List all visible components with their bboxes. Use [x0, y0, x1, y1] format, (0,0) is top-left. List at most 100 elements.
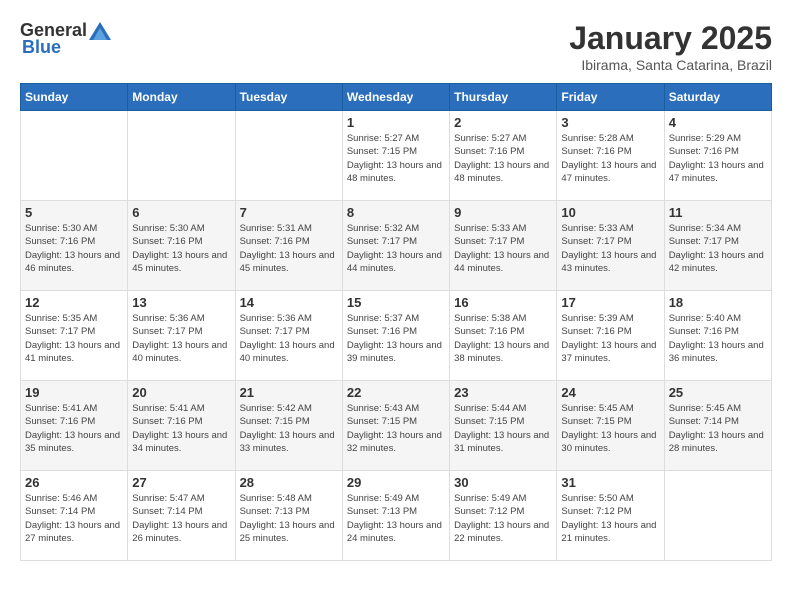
calendar-cell: 17 Sunrise: 5:39 AM Sunset: 7:16 PM Dayli…	[557, 291, 664, 381]
day-number: 8	[347, 205, 445, 220]
day-number: 23	[454, 385, 552, 400]
day-header-friday: Friday	[557, 84, 664, 111]
calendar-cell	[664, 471, 771, 561]
day-number: 9	[454, 205, 552, 220]
calendar-cell: 5 Sunrise: 5:30 AM Sunset: 7:16 PM Daylig…	[21, 201, 128, 291]
calendar-cell: 14 Sunrise: 5:36 AM Sunset: 7:17 PM Dayli…	[235, 291, 342, 381]
calendar-cell: 30Sunrise: 5:49 AM Sunset: 7:12 PM Dayli…	[450, 471, 557, 561]
day-info: Sunrise: 5:30 AM Sunset: 7:16 PM Dayligh…	[132, 222, 230, 275]
calendar-cell	[128, 111, 235, 201]
calendar-cell	[235, 111, 342, 201]
month-title: January 2025	[569, 20, 772, 57]
calendar-cell: 20Sunrise: 5:41 AM Sunset: 7:16 PM Dayli…	[128, 381, 235, 471]
day-info: Sunrise: 5:41 AM Sunset: 7:16 PM Dayligh…	[25, 402, 123, 455]
day-number: 4	[669, 115, 767, 130]
day-info: Sunrise: 5:50 AM Sunset: 7:12 PM Dayligh…	[561, 492, 659, 545]
day-header-saturday: Saturday	[664, 84, 771, 111]
day-info: Sunrise: 5:45 AM Sunset: 7:15 PM Dayligh…	[561, 402, 659, 455]
day-number: 27	[132, 475, 230, 490]
calendar-cell: 8 Sunrise: 5:32 AM Sunset: 7:17 PM Daylig…	[342, 201, 449, 291]
day-info: Sunrise: 5:43 AM Sunset: 7:15 PM Dayligh…	[347, 402, 445, 455]
day-header-wednesday: Wednesday	[342, 84, 449, 111]
day-info: Sunrise: 5:36 AM Sunset: 7:17 PM Dayligh…	[132, 312, 230, 365]
day-info: Sunrise: 5:48 AM Sunset: 7:13 PM Dayligh…	[240, 492, 338, 545]
day-number: 14	[240, 295, 338, 310]
day-number: 18	[669, 295, 767, 310]
day-info: Sunrise: 5:35 AM Sunset: 7:17 PM Dayligh…	[25, 312, 123, 365]
day-info: Sunrise: 5:33 AM Sunset: 7:17 PM Dayligh…	[454, 222, 552, 275]
day-info: Sunrise: 5:29 AM Sunset: 7:16 PM Dayligh…	[669, 132, 767, 185]
day-info: Sunrise: 5:33 AM Sunset: 7:17 PM Dayligh…	[561, 222, 659, 275]
calendar-cell: 26Sunrise: 5:46 AM Sunset: 7:14 PM Dayli…	[21, 471, 128, 561]
calendar-week-row: 19 Sunrise: 5:41 AM Sunset: 7:16 PM Dayli…	[21, 381, 772, 471]
day-number: 7	[240, 205, 338, 220]
day-number: 13	[132, 295, 230, 310]
calendar-cell: 29 Sunrise: 5:49 AM Sunset: 7:13 PM Dayli…	[342, 471, 449, 561]
day-info: Sunrise: 5:40 AM Sunset: 7:16 PM Dayligh…	[669, 312, 767, 365]
day-number: 16	[454, 295, 552, 310]
calendar-cell: 23Sunrise: 5:44 AM Sunset: 7:15 PM Dayli…	[450, 381, 557, 471]
day-info: Sunrise: 5:27 AM Sunset: 7:16 PM Dayligh…	[454, 132, 552, 185]
day-number: 31	[561, 475, 659, 490]
logo: General Blue	[20, 20, 113, 58]
calendar-week-row: 26Sunrise: 5:46 AM Sunset: 7:14 PM Dayli…	[21, 471, 772, 561]
day-info: Sunrise: 5:34 AM Sunset: 7:17 PM Dayligh…	[669, 222, 767, 275]
logo-blue: Blue	[22, 37, 61, 58]
day-number: 24	[561, 385, 659, 400]
calendar-cell: 1 Sunrise: 5:27 AM Sunset: 7:15 PM Daylig…	[342, 111, 449, 201]
calendar-cell: 19 Sunrise: 5:41 AM Sunset: 7:16 PM Dayli…	[21, 381, 128, 471]
calendar-cell: 3 Sunrise: 5:28 AM Sunset: 7:16 PM Daylig…	[557, 111, 664, 201]
calendar-cell: 13 Sunrise: 5:36 AM Sunset: 7:17 PM Dayli…	[128, 291, 235, 381]
day-number: 12	[25, 295, 123, 310]
day-number: 11	[669, 205, 767, 220]
logo-icon	[89, 22, 111, 40]
calendar-cell: 18 Sunrise: 5:40 AM Sunset: 7:16 PM Dayli…	[664, 291, 771, 381]
calendar-cell: 28 Sunrise: 5:48 AM Sunset: 7:13 PM Dayli…	[235, 471, 342, 561]
day-info: Sunrise: 5:27 AM Sunset: 7:15 PM Dayligh…	[347, 132, 445, 185]
day-info: Sunrise: 5:28 AM Sunset: 7:16 PM Dayligh…	[561, 132, 659, 185]
calendar-cell: 10Sunrise: 5:33 AM Sunset: 7:17 PM Dayli…	[557, 201, 664, 291]
day-number: 30	[454, 475, 552, 490]
calendar-cell: 16 Sunrise: 5:38 AM Sunset: 7:16 PM Dayli…	[450, 291, 557, 381]
day-info: Sunrise: 5:49 AM Sunset: 7:13 PM Dayligh…	[347, 492, 445, 545]
day-number: 17	[561, 295, 659, 310]
day-header-tuesday: Tuesday	[235, 84, 342, 111]
calendar-week-row: 1 Sunrise: 5:27 AM Sunset: 7:15 PM Daylig…	[21, 111, 772, 201]
calendar-cell: 24 Sunrise: 5:45 AM Sunset: 7:15 PM Dayli…	[557, 381, 664, 471]
day-info: Sunrise: 5:36 AM Sunset: 7:17 PM Dayligh…	[240, 312, 338, 365]
calendar-cell: 9 Sunrise: 5:33 AM Sunset: 7:17 PM Daylig…	[450, 201, 557, 291]
calendar-cell: 22Sunrise: 5:43 AM Sunset: 7:15 PM Dayli…	[342, 381, 449, 471]
day-number: 6	[132, 205, 230, 220]
calendar-cell: 6 Sunrise: 5:30 AM Sunset: 7:16 PM Daylig…	[128, 201, 235, 291]
calendar-cell: 31 Sunrise: 5:50 AM Sunset: 7:12 PM Dayli…	[557, 471, 664, 561]
day-number: 20	[132, 385, 230, 400]
day-info: Sunrise: 5:39 AM Sunset: 7:16 PM Dayligh…	[561, 312, 659, 365]
day-number: 21	[240, 385, 338, 400]
day-number: 26	[25, 475, 123, 490]
day-header-thursday: Thursday	[450, 84, 557, 111]
day-number: 5	[25, 205, 123, 220]
day-info: Sunrise: 5:37 AM Sunset: 7:16 PM Dayligh…	[347, 312, 445, 365]
calendar: SundayMondayTuesdayWednesdayThursdayFrid…	[20, 83, 772, 561]
day-number: 3	[561, 115, 659, 130]
day-number: 15	[347, 295, 445, 310]
day-number: 19	[25, 385, 123, 400]
day-number: 1	[347, 115, 445, 130]
calendar-cell: 21 Sunrise: 5:42 AM Sunset: 7:15 PM Dayli…	[235, 381, 342, 471]
calendar-cell: 25Sunrise: 5:45 AM Sunset: 7:14 PM Dayli…	[664, 381, 771, 471]
day-info: Sunrise: 5:42 AM Sunset: 7:15 PM Dayligh…	[240, 402, 338, 455]
calendar-week-row: 5 Sunrise: 5:30 AM Sunset: 7:16 PM Daylig…	[21, 201, 772, 291]
day-info: Sunrise: 5:30 AM Sunset: 7:16 PM Dayligh…	[25, 222, 123, 275]
day-header-sunday: Sunday	[21, 84, 128, 111]
title-area: January 2025 Ibirama, Santa Catarina, Br…	[569, 20, 772, 73]
day-number: 28	[240, 475, 338, 490]
calendar-cell: 4 Sunrise: 5:29 AM Sunset: 7:16 PM Daylig…	[664, 111, 771, 201]
calendar-week-row: 12 Sunrise: 5:35 AM Sunset: 7:17 PM Dayli…	[21, 291, 772, 381]
day-number: 29	[347, 475, 445, 490]
calendar-cell: 12 Sunrise: 5:35 AM Sunset: 7:17 PM Dayli…	[21, 291, 128, 381]
day-info: Sunrise: 5:32 AM Sunset: 7:17 PM Dayligh…	[347, 222, 445, 275]
calendar-cell: 27Sunrise: 5:47 AM Sunset: 7:14 PM Dayli…	[128, 471, 235, 561]
calendar-cell: 7Sunrise: 5:31 AM Sunset: 7:16 PM Daylig…	[235, 201, 342, 291]
day-info: Sunrise: 5:38 AM Sunset: 7:16 PM Dayligh…	[454, 312, 552, 365]
day-info: Sunrise: 5:45 AM Sunset: 7:14 PM Dayligh…	[669, 402, 767, 455]
